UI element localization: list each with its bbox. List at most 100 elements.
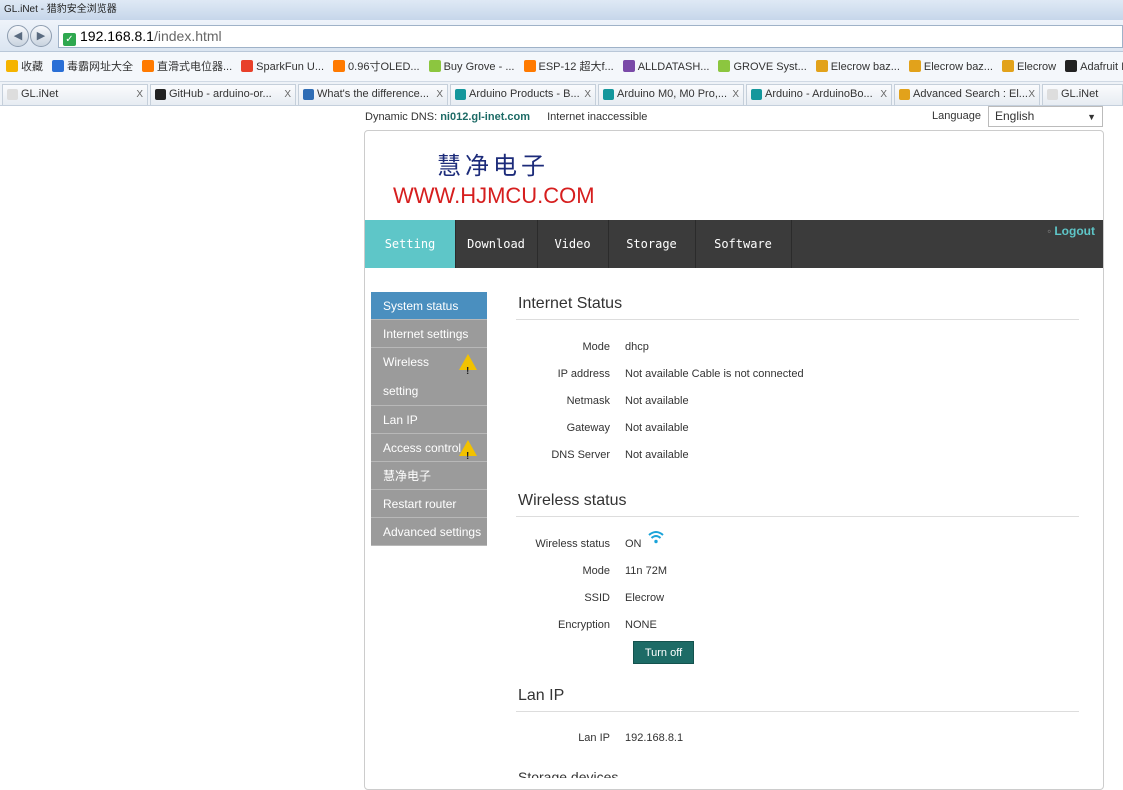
field-value: Elecrow	[625, 592, 665, 604]
bookmark-item[interactable]: Adafruit Ind...	[1065, 60, 1123, 73]
nav-tab-software[interactable]: Software	[695, 220, 791, 268]
field-value: Not available	[625, 449, 689, 461]
bookmark-favicon-icon	[908, 60, 921, 72]
browser-tab[interactable]: Arduino - ArduinoBo... X	[746, 84, 892, 105]
bookmark-label: Elecrow baz...	[923, 61, 993, 73]
sidebar: System status Internet settings Wireless se…	[371, 292, 487, 546]
tab-favicon-icon	[603, 89, 614, 100]
sidebar-item-label: Advanced settings	[383, 525, 482, 539]
bookmark-item[interactable]: 毒霸网址大全	[52, 60, 133, 73]
field-value: dhcp	[625, 341, 649, 353]
field-label: Mode	[582, 341, 610, 353]
tab-close-icon[interactable]: X	[584, 85, 591, 104]
tab-label: GL.iNet	[21, 88, 59, 100]
tab-label: What's the difference...	[317, 88, 429, 100]
bookmark-favicon-icon	[6, 60, 18, 72]
turn-off-button[interactable]: Turn off	[633, 641, 694, 664]
bookmark-label: 直滑式电位器...	[157, 61, 233, 73]
field-value: Not available	[625, 422, 689, 434]
tab-bar: GL.iNet X GitHub - arduino-or... X What's th…	[0, 82, 1123, 106]
bookmark-item[interactable]: Elecrow baz...	[815, 60, 900, 73]
bookmark-item[interactable]: ALLDATASH...	[622, 60, 709, 73]
sidebar-item[interactable]: 慧净电子	[371, 462, 487, 490]
tab-close-icon[interactable]: X	[1028, 85, 1035, 104]
sidebar-item[interactable]: Restart router	[371, 490, 487, 518]
section-title: Internet Status	[518, 295, 623, 312]
nav-tab-download[interactable]: Download	[455, 220, 537, 268]
bookmark-item[interactable]: Elecrow baz...	[908, 60, 993, 73]
tab-close-icon[interactable]: X	[880, 85, 887, 104]
field-label: Mode	[582, 565, 610, 577]
logout-link[interactable]: ◦ Logout	[1047, 224, 1095, 238]
main-nav: ◦ Logout Setting Download Video Storage Softw…	[365, 220, 1103, 268]
forward-button[interactable]: ▶	[30, 25, 52, 47]
browser-tab[interactable]: Arduino M0, M0 Pro,... X	[598, 84, 744, 105]
browser-tab[interactable]: GitHub - arduino-or... X	[150, 84, 296, 105]
section-divider	[516, 711, 1079, 712]
bookmark-item[interactable]: ESP-12 超大f...	[523, 60, 614, 73]
bookmark-item[interactable]: Elecrow	[1001, 60, 1057, 73]
tab-label: Arduino - ArduinoBo...	[765, 88, 873, 100]
storage-devices-heading: Storage devices	[518, 770, 619, 778]
language-value: English	[995, 109, 1035, 123]
tab-favicon-icon	[7, 89, 18, 100]
browser-tab[interactable]: What's the difference... X	[298, 84, 448, 105]
tab-close-icon[interactable]: X	[732, 85, 739, 104]
sidebar-item-label: Lan IP	[383, 413, 418, 427]
tab-close-icon[interactable]: X	[136, 85, 143, 104]
bullet-icon: ◦	[1047, 224, 1052, 238]
sidebar-item[interactable]: System status	[371, 292, 487, 320]
url-host: 192.168.8.1	[80, 28, 154, 44]
nav-divider	[791, 220, 792, 268]
browser-tab[interactable]: GL.iNet X	[2, 84, 148, 105]
field-label: Encryption	[558, 619, 610, 631]
bookmark-label: GROVE Syst...	[733, 61, 807, 73]
address-bar-area: ◀ ▶ ✓ 192.168.8.1/index.html	[0, 20, 1123, 52]
browser-tab[interactable]: Arduino Products - B... X	[450, 84, 596, 105]
dropdown-arrow-icon: ▼	[1087, 112, 1096, 122]
bookmark-item[interactable]: GROVE Syst...	[718, 60, 807, 73]
browser-tab[interactable]: GL.iNet	[1042, 84, 1123, 105]
ddns-value[interactable]: ni012.gl-inet.com	[440, 111, 530, 123]
brand-en: WWW.HJMCU.COM	[393, 183, 595, 208]
tab-favicon-icon	[1047, 89, 1058, 100]
bookmark-item[interactable]: 收藏	[6, 60, 43, 73]
tab-favicon-icon	[155, 89, 166, 100]
bookmark-favicon-icon	[241, 60, 254, 72]
sidebar-item-label: 慧净电子	[383, 469, 432, 483]
logout-label: Logout	[1054, 224, 1095, 238]
bookmark-favicon-icon	[523, 60, 536, 72]
tab-label: Arduino M0, M0 Pro,...	[617, 88, 728, 100]
browser-tab[interactable]: Advanced Search : El... X	[894, 84, 1040, 105]
bookmark-label: Elecrow	[1016, 61, 1057, 73]
bookmark-item[interactable]: 0.96寸OLED...	[333, 60, 420, 73]
nav-tab-video[interactable]: Video	[537, 220, 608, 268]
nav-divider	[455, 220, 456, 268]
url-path: /index.html	[153, 28, 222, 44]
nav-divider	[695, 220, 696, 268]
tab-label: Arduino Products - B...	[469, 88, 580, 100]
bookmark-item[interactable]: 直滑式电位器...	[142, 60, 233, 73]
tab-label: GL.iNet	[1061, 88, 1099, 100]
back-button[interactable]: ◀	[7, 25, 29, 47]
field-label: IP address	[557, 368, 610, 380]
tab-favicon-icon	[303, 89, 314, 100]
nav-tab-storage[interactable]: Storage	[608, 220, 695, 268]
bookmark-label: Buy Grove - ...	[443, 61, 515, 73]
window-title: GL.iNet - 猎豹安全浏览器	[0, 0, 1123, 20]
bookmark-label: SparkFun U...	[256, 61, 325, 73]
sidebar-item-label: Internet settings	[383, 327, 469, 341]
bookmark-item[interactable]: SparkFun U...	[241, 60, 325, 73]
url-input[interactable]: ✓ 192.168.8.1/index.html	[58, 25, 1123, 48]
tab-close-icon[interactable]: X	[284, 85, 291, 104]
language-select[interactable]: English ▼	[988, 106, 1103, 127]
bookmark-favicon-icon	[718, 60, 731, 72]
nav-tab-setting[interactable]: Setting	[365, 220, 455, 268]
ddns-label: Dynamic DNS:	[365, 111, 438, 123]
field-label: Lan IP	[578, 732, 610, 744]
section-title: Wireless status	[518, 492, 627, 509]
bookmark-item[interactable]: Buy Grove - ...	[428, 60, 515, 73]
field-value: ON	[625, 538, 642, 550]
field-value: NONE	[625, 619, 657, 631]
tab-close-icon[interactable]: X	[436, 85, 443, 104]
